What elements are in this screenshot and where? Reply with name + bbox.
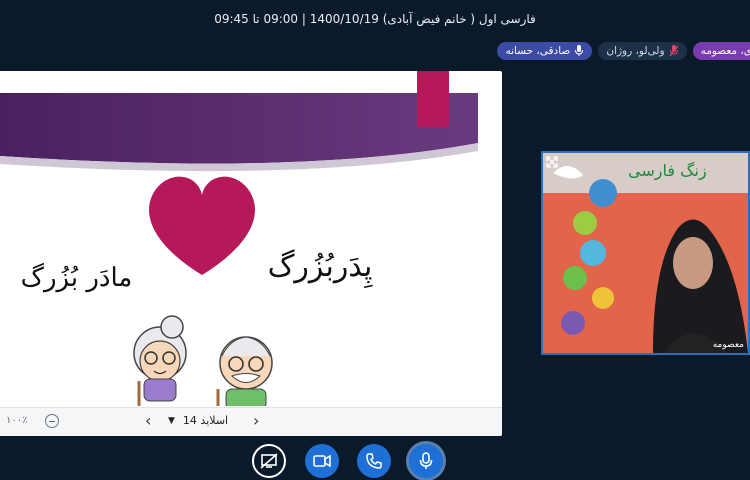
next-slide-icon[interactable]: › [253,411,259,430]
expand-icon[interactable] [546,156,558,168]
video-participant-name: معصومه [712,340,744,350]
chevron-down-icon: ▼ [168,416,175,426]
grandpa-illustration [216,336,273,406]
screen-share-button[interactable] [252,444,286,478]
participant-bar: ی، معصومه ولی‌لو، روژان صادقی، حسانه [497,42,750,62]
phone-button[interactable] [357,444,391,478]
microphone-button[interactable] [409,444,443,478]
meeting-title-text: فارسی اول ( خانم فیض آبادی) 1400/10/19 |… [214,12,536,26]
camera-button[interactable] [305,444,339,478]
slide-banner [0,93,478,164]
grandma-illustration [133,315,187,406]
mic-muted-icon [669,45,679,57]
slide-word-grandmother: مادَر بُزُرگ [20,263,133,293]
previous-slide-icon[interactable]: ‹ [145,411,151,430]
call-controls [0,444,750,480]
meeting-title: فارسی اول ( خانم فیض آبادی) 1400/10/19 |… [0,0,750,38]
participant-chip-3[interactable]: صادقی، حسانه [497,42,593,60]
screen-share-off-icon [260,453,278,469]
zoom-out-icon[interactable] [45,414,59,428]
webcam-video[interactable]: زنگ فارسی معصومه [541,151,750,355]
microphone-icon [419,452,433,469]
camera-icon [313,455,331,467]
slide-control-bar: ۱۰۰٪ ‹ اسلاید 14 ▼ › [0,407,502,436]
heart-shape [149,176,255,275]
participant-chip-2[interactable]: ولی‌لو، روژان [598,42,687,60]
participant-name: صادقی، حسانه [505,45,571,57]
phone-icon [366,453,382,469]
slide-accent-bar [417,71,449,127]
slide-canvas: پِدَربُزُرگ مادَر بُزُرگ [0,71,502,406]
participant-name: ی، معصومه [700,45,750,57]
slide-number-label: اسلاید 14 [182,414,229,427]
zoom-level: ۱۰۰٪ [6,415,28,426]
video-frame [543,153,748,353]
participant-chip-1[interactable]: ی، معصومه [692,42,750,60]
slide-word-grandfather: پِدَربُزُرگ [267,249,373,284]
video-background-text: زنگ فارسی [628,161,707,180]
slide-select[interactable]: اسلاید 14 ▼ [168,414,228,428]
participant-name: ولی‌لو، روژان [606,45,665,57]
presentation-panel: پِدَربُزُرگ مادَر بُزُرگ ۱۰۰٪ ‹ اسلاید 1… [0,71,502,436]
mic-icon [575,45,584,56]
slide-graphics [0,71,502,406]
